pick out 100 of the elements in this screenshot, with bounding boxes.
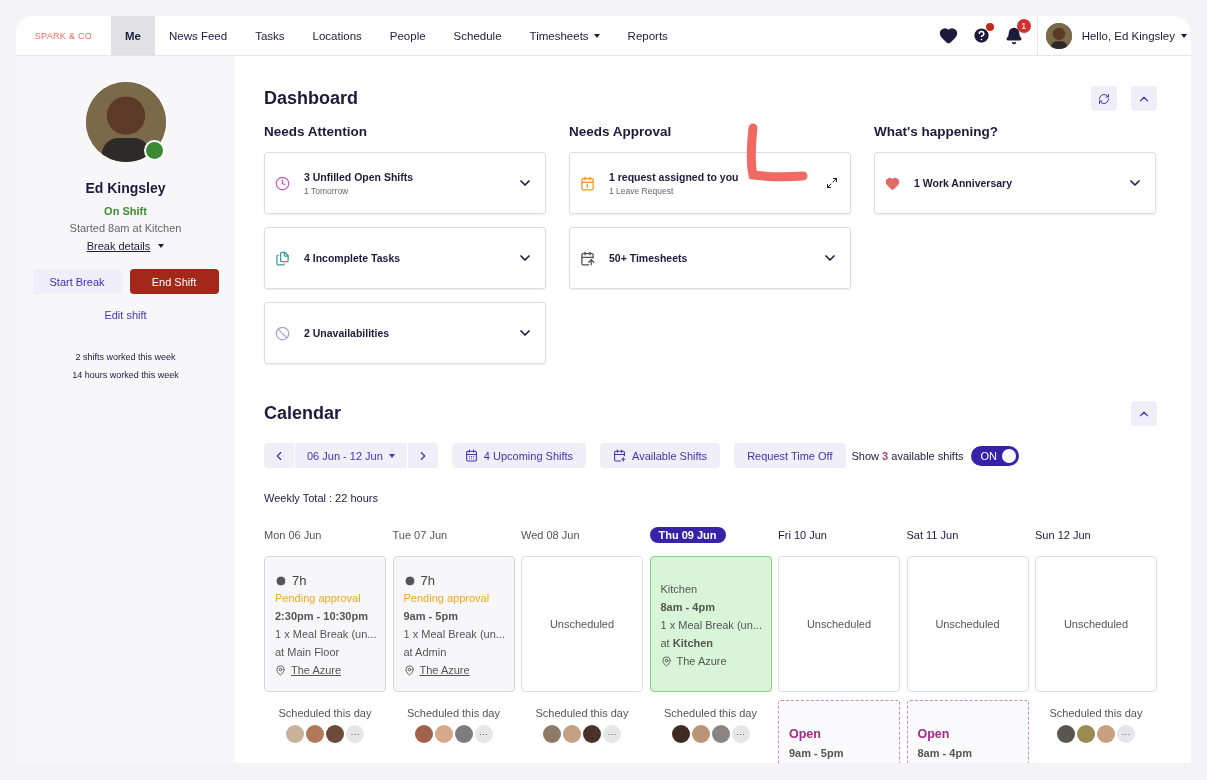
help-icon[interactable] <box>971 26 991 45</box>
summary-card[interactable]: 50+ Timesheets <box>569 227 851 289</box>
card-title: 50+ Timesheets <box>609 252 689 264</box>
collapse-button[interactable] <box>1131 401 1157 426</box>
nav-tab[interactable]: Locations <box>298 16 376 55</box>
shift-time: 9am - 5pm <box>403 609 459 624</box>
day-label: Sat 11 Jun <box>906 529 959 541</box>
more-avatars[interactable]: ··· <box>603 725 621 743</box>
location-link[interactable]: The Azure <box>419 663 470 678</box>
shift-time: 8am - 4pm <box>660 600 716 615</box>
shift-area: Kitchen <box>660 582 761 597</box>
day-label: Mon 06 Jun <box>264 529 322 541</box>
meal-break-text: 1 x Meal Break (un... <box>403 627 504 642</box>
heart-icon <box>885 175 900 191</box>
show-available-label: Show 3 available shifts <box>851 449 964 462</box>
nav-tab[interactable]: Schedule <box>439 16 516 55</box>
nav-tab[interactable]: People <box>375 16 440 55</box>
shift-hours: 7h <box>420 573 435 588</box>
week-range-dropdown[interactable]: 06 Jun - 12 Jun <box>295 443 407 468</box>
scheduled-label: Scheduled this day <box>407 707 500 719</box>
calendar-icon <box>580 250 595 266</box>
toggle-switch[interactable]: ON <box>971 445 1020 466</box>
calendar-icon <box>580 175 595 191</box>
location-text: The Azure <box>676 654 727 669</box>
scheduled-label: Scheduled this day <box>664 707 757 719</box>
more-avatars[interactable]: ··· <box>474 725 493 743</box>
summary-card[interactable]: 2 Unavailabilities <box>264 302 546 364</box>
card-subtitle: 1 Leave Request <box>609 185 675 196</box>
shift-card[interactable]: 7h Pending approval 2:30pm - 10:30pm 1 x Meal Break (un... at Main Floor The Azure <box>264 556 386 692</box>
end-shift-button[interactable]: End Shift <box>129 269 219 294</box>
column-title: What's happening? <box>874 124 999 139</box>
unscheduled-text: Unscheduled <box>549 616 615 632</box>
expand-icon[interactable] <box>826 177 838 189</box>
summary-card[interactable]: 4 Incomplete Tasks <box>264 227 546 289</box>
refresh-icon <box>1098 92 1110 105</box>
day-label: Sun 12 Jun <box>1035 529 1091 541</box>
shift-status: On Shift <box>104 205 147 217</box>
summary-card[interactable]: 3 Unfilled Open Shifts 1 Tomorrow <box>264 152 546 214</box>
more-avatars[interactable]: ··· <box>346 725 364 743</box>
summary-card[interactable]: 1 Work Anniversary <box>874 152 1156 214</box>
shift-area: at Main Floor <box>275 645 375 660</box>
scheduled-label: Scheduled this day <box>278 707 372 719</box>
unavailable-icon <box>275 325 290 341</box>
weekly-total: Weekly Total : 22 hours <box>264 492 379 504</box>
card-title: 3 Unfilled Open Shifts <box>304 170 415 183</box>
location-link[interactable]: The Azure <box>291 663 342 678</box>
summary-card[interactable]: 1 request assigned to you 1 Leave Request <box>569 152 851 214</box>
unscheduled-text: Unscheduled <box>935 616 1000 632</box>
calendar-button[interactable]: Request Time Off <box>734 443 846 468</box>
open-shift-card[interactable]: Open 8am - 4pm <box>906 700 1029 763</box>
card-subtitle: 1 Tomorrow <box>304 185 350 196</box>
user-menu[interactable]: Hello, Ed Kingsley <box>1081 29 1187 42</box>
more-avatars[interactable]: ··· <box>731 725 750 743</box>
day-label: Tue 07 Jun <box>392 529 448 541</box>
week-stat: 14 hours worked this week <box>72 370 179 380</box>
map-pin-icon <box>275 665 286 676</box>
card-title: 2 Unavailabilities <box>304 327 391 339</box>
scheduled-label: Scheduled this day <box>535 707 629 719</box>
shift-time: 8am - 4pm <box>917 746 973 761</box>
column-title: Needs Approval <box>569 124 673 139</box>
documents-icon <box>275 250 290 266</box>
collapse-button[interactable] <box>1131 86 1157 111</box>
scribble-drawing <box>745 122 809 184</box>
meal-break-text: 1 x Meal Break (un... <box>275 627 375 642</box>
shift-card[interactable]: Kitchen 8am - 4pm 1 x Meal Break (un... at Kitchen The Azure <box>649 556 772 692</box>
section-title: Calendar <box>264 403 342 424</box>
shift-time: 2:30pm - 10:30pm <box>275 609 369 624</box>
column-title: Needs Attention <box>264 124 368 139</box>
shift-card[interactable]: 7h Pending approval 9am - 5pm 1 x Meal Break (un... at Admin The Azure <box>392 556 515 692</box>
start-break-button[interactable]: Start Break <box>32 269 122 294</box>
nav-tab[interactable]: Tasks <box>241 16 299 55</box>
day-label: Wed 08 Jun <box>521 529 580 541</box>
unscheduled-text: Unscheduled <box>806 616 872 632</box>
refresh-button[interactable] <box>1091 86 1117 111</box>
card-title: 1 request assigned to you <box>609 170 740 183</box>
heart-icon[interactable] <box>938 26 958 45</box>
map-pin-icon <box>403 665 415 676</box>
open-label: Open <box>789 727 822 742</box>
shift-start-text: Started 8am at Kitchen <box>69 222 182 234</box>
notification-badge: 1 <box>1016 18 1031 33</box>
section-title: Dashboard <box>264 88 359 109</box>
break-details-link[interactable]: Break details <box>86 240 165 252</box>
card-title: 4 Incomplete Tasks <box>304 252 402 264</box>
nav-tab[interactable]: Timesheets <box>515 16 614 55</box>
nav-tab[interactable]: News Feed <box>155 16 242 55</box>
shift-status: Pending approval <box>275 591 362 606</box>
calendar-button[interactable]: 4 Upcoming Shifts <box>451 443 587 468</box>
open-shift-card[interactable]: Open 9am - 5pm <box>778 700 900 763</box>
calendar-plus-icon <box>613 449 627 462</box>
more-avatars[interactable]: ··· <box>1117 725 1135 743</box>
edit-shift-link[interactable]: Edit shift <box>104 309 147 321</box>
day-label: Thu 09 Jun <box>649 527 726 543</box>
nav-tab[interactable]: Me <box>111 16 155 55</box>
shift-hours: 7h <box>292 573 307 588</box>
bell-icon[interactable] <box>1004 26 1023 45</box>
calendar-button[interactable]: Available Shifts <box>600 443 721 468</box>
nav-tab[interactable]: Reports <box>613 16 682 55</box>
day-label: Fri 10 Jun <box>778 529 827 541</box>
unscheduled-text: Unscheduled <box>1063 616 1129 632</box>
profile-name: Ed Kingsley <box>85 180 166 196</box>
